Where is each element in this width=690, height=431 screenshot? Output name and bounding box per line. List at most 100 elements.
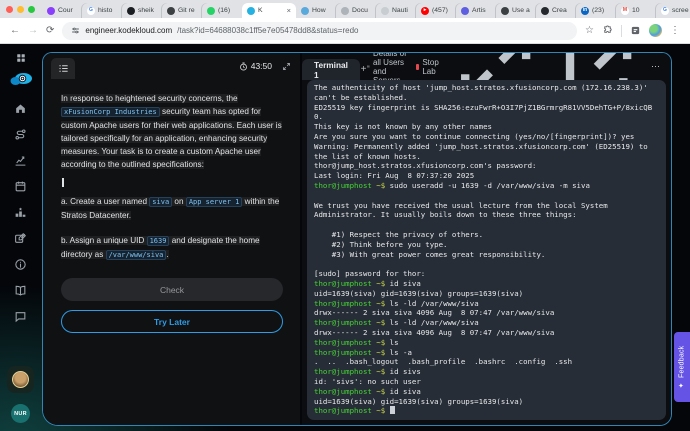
browser-tab[interactable]: Gscree [656, 3, 690, 18]
support-chat-bubble[interactable]: NUR [11, 404, 30, 423]
apps-grid-icon[interactable] [16, 50, 26, 60]
tab-label: scree [672, 7, 690, 14]
minimize-window-icon[interactable] [17, 6, 24, 13]
browser-tab[interactable]: Git re [162, 3, 202, 18]
terminal-prompt-symbol: ~$ [372, 387, 390, 396]
terminal-line: Are you sure you want to continue connec… [314, 132, 659, 142]
task-description: In response to heightened security conce… [43, 79, 300, 425]
terminal-text: This key is not known by any other names [314, 122, 492, 131]
browser-tab[interactable]: Nauti [376, 3, 416, 18]
try-later-button[interactable]: Try Later [61, 310, 283, 333]
terminal-text: id sivs [390, 367, 421, 376]
check-button[interactable]: Check [61, 278, 283, 301]
profile-avatar[interactable] [649, 24, 662, 37]
timer-value: 43:50 [251, 61, 272, 71]
progress-icon[interactable] [14, 154, 27, 167]
task-list-toggle[interactable] [51, 58, 75, 79]
browser-tab[interactable]: Use a [496, 3, 536, 18]
task-paragraph: b. Assign a unique UID 1639 and designat… [61, 234, 283, 262]
screen: CourGhistosheikGit re(16)K×HowDocuNauti▸… [0, 0, 690, 431]
maximize-window-icon[interactable] [28, 6, 35, 13]
browser-tab[interactable]: K× [242, 3, 296, 18]
coursera-favicon [47, 7, 55, 15]
terminal-line: thor@jumphost ~$ sudo useradd -u 1639 -d… [314, 181, 659, 191]
terminal-line [314, 220, 659, 230]
terminal-text: uid=1639(siva) gid=1639(siva) groups=163… [314, 397, 523, 406]
book-icon[interactable] [14, 284, 27, 297]
url-bar[interactable]: engineer.kodekloud.com/task?id=64688038c… [62, 22, 577, 40]
browser-tab[interactable]: Docu [336, 3, 376, 18]
terminal-line: the list of known hosts. [314, 152, 659, 162]
terminal-line: The authenticity of host 'jump_host.stra… [314, 83, 659, 93]
terminal-more-menu-icon[interactable]: ⋯ [651, 61, 661, 72]
forward-icon[interactable]: → [28, 26, 38, 36]
kodekloud-favicon [301, 7, 309, 15]
browser-tab[interactable]: Crea [536, 3, 576, 18]
pinned-extension-icon[interactable] [630, 25, 641, 36]
terminal-line [314, 259, 659, 269]
browser-tab[interactable]: in(23) [576, 3, 616, 18]
terminal-prompt-user: thor@jumphost [314, 299, 372, 308]
browser-tab[interactable]: (16) [202, 3, 242, 18]
new-terminal-button[interactable]: + [360, 59, 367, 80]
terminal-text: the list of known hosts. [314, 152, 421, 161]
task-expand-icon[interactable] [282, 62, 291, 71]
terminal-line: can't be established. [314, 93, 659, 103]
practice-icon[interactable] [14, 232, 27, 245]
site-favicon [541, 7, 549, 15]
user-avatar-container[interactable] [7, 366, 34, 393]
terminal-text: can't be established. [314, 93, 407, 102]
lab-timer: 43:50 [239, 61, 272, 71]
terminal-line: ED25519 key fingerprint is SHA256:ezuFwr… [314, 103, 659, 113]
extensions-puzzle-icon[interactable] [602, 25, 613, 36]
learning-path-icon[interactable] [14, 128, 27, 141]
inline-code-chip: siva [149, 197, 172, 207]
home-icon[interactable] [14, 102, 27, 115]
task-text: . [166, 250, 168, 259]
task-panel: 43:50 In response to heightened security… [43, 53, 302, 425]
chat-icon[interactable] [14, 310, 27, 323]
browser-menu-icon[interactable]: ⋮ [670, 26, 680, 36]
terminal-line: thor@jumphost ~$ ls -ld /var/www/siva [314, 318, 659, 328]
browser-tab[interactable]: Cour [42, 3, 82, 18]
terminal-line: #2) Think before you type. [314, 240, 659, 250]
browser-tab[interactable]: M10 [616, 3, 656, 18]
browser-tab-strip: CourGhistosheikGit re(16)K×HowDocuNauti▸… [0, 0, 690, 18]
reload-icon[interactable]: ⟳ [46, 26, 54, 36]
browser-tab[interactable]: Ghisto [82, 3, 122, 18]
browser-tab[interactable]: sheik [122, 3, 162, 18]
terminal-text: Warning: Permanently added 'jump_host.st… [314, 142, 648, 151]
browser-tabs: CourGhistosheikGit re(16)K×HowDocuNauti▸… [42, 0, 690, 18]
bookmark-star-icon[interactable]: ☆ [585, 26, 594, 36]
window-controls[interactable] [6, 0, 42, 18]
stop-lab-label: Stop Lab [422, 58, 441, 76]
terminal-text: sudo useradd -u 1639 -d /var/www/siva -m… [390, 181, 590, 190]
site-settings-icon[interactable] [71, 26, 80, 35]
stop-lab-button[interactable]: Stop Lab [416, 58, 441, 76]
kodekloud-logo-icon[interactable] [9, 71, 33, 87]
terminal-actions: Details of all Users and Servers Stop La… [367, 53, 671, 80]
browser-tab[interactable]: Artis [456, 3, 496, 18]
terminal-tab[interactable]: Terminal 1 [302, 59, 360, 80]
user-avatar[interactable] [12, 371, 29, 388]
terminal-text: ED25519 key fingerprint is SHA256:ezuFwr… [314, 103, 652, 112]
url-host: engineer.kodekloud.com [85, 26, 172, 35]
terminal-text: Last login: Fri Aug 8 07:37:20 2025 [314, 171, 474, 180]
terminal-console[interactable]: The authenticity of host 'jump_host.stra… [307, 80, 666, 420]
terminal-prompt-user: thor@jumphost [314, 318, 372, 327]
terminal-prompt-user: thor@jumphost [314, 181, 372, 190]
browser-tab[interactable]: How [296, 3, 336, 18]
inline-code-chip: App server 1 [186, 197, 243, 207]
terminal-line [314, 191, 659, 201]
browser-tab[interactable]: ▸(457) [416, 3, 456, 18]
info-icon[interactable] [14, 258, 27, 271]
calendar-icon[interactable] [14, 180, 27, 193]
back-icon[interactable]: ← [10, 26, 20, 36]
git-favicon [167, 7, 175, 15]
feedback-button[interactable]: ✦ Feedback [674, 332, 690, 402]
close-tab-icon[interactable]: × [287, 6, 291, 15]
terminal-line: [sudo] password for thor: [314, 269, 659, 279]
leaderboard-icon[interactable] [14, 206, 27, 219]
close-window-icon[interactable] [6, 6, 13, 13]
address-bar-actions: ☆ ⋮ [585, 24, 680, 37]
